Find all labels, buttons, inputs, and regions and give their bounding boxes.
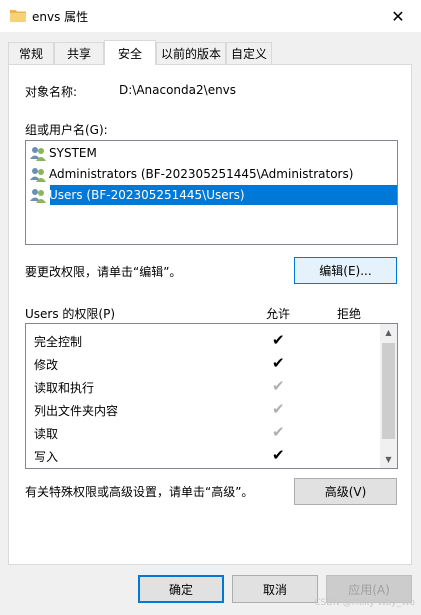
user-name: SYSTEM — [49, 146, 97, 160]
permission-row: 读取和执行 ✔ — [34, 377, 285, 395]
permission-row: 完全控制 ✔ — [34, 331, 285, 349]
group-user-label: 组或用户名(G): — [25, 123, 108, 137]
permissions-list[interactable]: 完全控制 ✔ 修改 ✔ 读取和执行 ✔ 列出文件夹内容 ✔ 读取 ✔ 写入 ✔ … — [25, 323, 398, 469]
scroll-thumb[interactable] — [382, 343, 395, 439]
list-item-system[interactable]: SYSTEM — [30, 143, 396, 163]
checkmark-icon: ✔ — [272, 331, 285, 349]
permission-row: 列出文件夹内容 ✔ — [34, 400, 285, 418]
checkmark-icon: ✔ — [272, 423, 285, 441]
user-name: Users (BF-202305251445\Users) — [49, 188, 245, 202]
tab-previous-versions[interactable]: 以前的版本 — [156, 42, 226, 64]
user-name: Administrators (BF-202305251445\Administ… — [49, 167, 354, 181]
tab-sharing[interactable]: 共享 — [54, 42, 104, 64]
user-group-icon — [30, 147, 46, 161]
scroll-up-icon[interactable]: ▲ — [380, 324, 397, 341]
checkmark-icon: ✔ — [272, 354, 285, 372]
permission-row: 修改 ✔ — [34, 354, 285, 372]
tab-general[interactable]: 常规 — [8, 42, 54, 64]
tab-security[interactable]: 安全 — [104, 40, 156, 65]
folder-icon — [10, 10, 26, 22]
permission-row: 读取 ✔ — [34, 423, 285, 441]
scroll-down-icon[interactable]: ▼ — [380, 451, 397, 468]
vertical-scrollbar[interactable]: ▲ ▼ — [380, 324, 397, 468]
security-panel: 对象名称: D:\Anaconda2\envs 组或用户名(G): SYSTEM… — [8, 64, 412, 565]
advanced-hint: 有关特殊权限或高级设置，请单击“高级”。 — [25, 485, 254, 499]
watermark: CSDN @Milky Way_Wo — [314, 598, 415, 608]
object-name-label: 对象名称: — [25, 85, 78, 99]
cancel-button[interactable]: 取消 — [232, 575, 318, 603]
object-name-value: D:\Anaconda2\envs — [119, 83, 237, 97]
advanced-button[interactable]: 高级(V) — [294, 478, 397, 505]
ok-button[interactable]: 确定 — [138, 575, 224, 603]
close-button[interactable]: ✕ — [375, 0, 421, 32]
checkmark-icon: ✔ — [272, 377, 285, 395]
title-bar: envs 属性 ✕ — [0, 0, 421, 32]
checkmark-icon: ✔ — [272, 446, 285, 464]
close-icon: ✕ — [391, 6, 405, 26]
user-group-icon — [30, 189, 46, 203]
allow-header: 允许 — [266, 307, 291, 321]
tab-customize[interactable]: 自定义 — [226, 42, 272, 64]
window-title: envs 属性 — [32, 10, 89, 24]
user-list[interactable]: SYSTEM Administrators (BF-202305251445\A… — [25, 140, 398, 245]
list-item-users[interactable]: Users (BF-202305251445\Users) — [30, 185, 397, 205]
permissions-title: Users 的权限(P) — [25, 307, 116, 321]
deny-header: 拒绝 — [337, 307, 362, 321]
checkmark-icon: ✔ — [272, 400, 285, 418]
edit-button[interactable]: 编辑(E)... — [294, 257, 397, 284]
edit-hint: 要更改权限，请单击“编辑”。 — [25, 265, 182, 279]
permission-row: 写入 ✔ — [34, 446, 285, 464]
list-item-administrators[interactable]: Administrators (BF-202305251445\Administ… — [30, 164, 396, 184]
user-group-icon — [30, 168, 46, 182]
